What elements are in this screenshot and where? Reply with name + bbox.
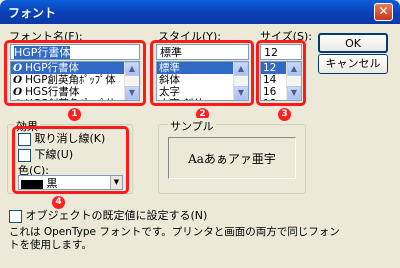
- strikeout-option[interactable]: 取り消し線(K): [18, 130, 105, 146]
- font-list-item-label: HGP行書体: [25, 62, 80, 74]
- info-text: これは OpenType フォントです。プリンタと画面の両方で同じフォン トを使…: [9, 226, 340, 252]
- style-list-item-label: 太字 斜体: [159, 98, 204, 100]
- font-name-input[interactable]: HGP行書体: [10, 44, 140, 60]
- underline-checkbox[interactable]: [18, 148, 31, 162]
- title-bar: [0, 0, 400, 24]
- scroll-up-icon[interactable]: ▲: [125, 62, 139, 76]
- style-list-scrollbar[interactable]: ▲ ▼: [233, 62, 248, 100]
- default-option[interactable]: オブジェクトの既定値に設定する(N): [9, 207, 207, 223]
- window-title: フォント: [8, 6, 57, 20]
- size-list-item-label: 18: [263, 98, 276, 100]
- info-line-1: これは OpenType フォントです。プリンタと画面の両方で同じフォン: [9, 226, 340, 238]
- size-list-item-label: 14: [263, 74, 277, 86]
- opentype-font-icon: O: [13, 62, 23, 74]
- underline-option[interactable]: 下線(U): [18, 146, 73, 162]
- font-list-item-label: HGS行書体: [25, 86, 80, 98]
- size-list[interactable]: 12141618 ▲ ▼: [260, 61, 302, 101]
- opentype-font-icon: O: [13, 86, 23, 98]
- chevron-down-icon[interactable]: ▼: [110, 176, 122, 189]
- style-list-item-label: 斜体: [159, 74, 180, 86]
- default-label: オブジェクトの既定値に設定する(N): [25, 209, 208, 222]
- default-checkbox[interactable]: [9, 209, 22, 223]
- cancel-button[interactable]: キャンセル: [318, 54, 388, 74]
- ok-button[interactable]: OK: [318, 33, 388, 53]
- style-list-item-label: 標準: [159, 62, 180, 74]
- scroll-down-icon[interactable]: ▼: [125, 86, 139, 100]
- font-list-item[interactable]: O HGP行書体: [11, 62, 139, 74]
- opentype-font-icon: O: [13, 74, 23, 86]
- scroll-up-icon[interactable]: ▲: [234, 62, 248, 76]
- size-list-item-label: 16: [263, 86, 277, 98]
- font-list-item[interactable]: O HGP創英角ﾎﾟｯﾌﾟ体: [11, 74, 139, 86]
- scroll-down-icon[interactable]: ▼: [287, 86, 301, 100]
- close-button[interactable]: ✕: [374, 3, 393, 21]
- marker-3-icon: 3: [278, 108, 291, 121]
- font-name-value: HGP行書体: [14, 46, 71, 59]
- size-list-scrollbar[interactable]: ▲ ▼: [286, 62, 301, 100]
- sample-label: サンプル: [168, 118, 216, 134]
- font-list-item-label: HGS創英角ﾎﾟｯﾌﾟ体: [25, 98, 116, 100]
- font-list-item[interactable]: OHGS創英角ﾎﾟｯﾌﾟ体: [11, 98, 139, 100]
- color-select[interactable]: 黒 ▼: [18, 175, 123, 190]
- underline-label: 下線(U): [34, 148, 74, 161]
- size-input[interactable]: 12: [260, 44, 302, 60]
- scroll-up-icon[interactable]: ▲: [287, 62, 301, 76]
- font-list-scrollbar[interactable]: ▲ ▼: [124, 62, 139, 100]
- size-list-item-label: 12: [263, 62, 277, 74]
- color-swatch: [21, 179, 43, 189]
- style-input[interactable]: 標準: [156, 44, 249, 60]
- font-list-item[interactable]: O HGS行書体: [11, 86, 139, 98]
- sample-preview: Aaあぁアァ亜宇: [168, 137, 296, 179]
- strikeout-checkbox[interactable]: [18, 132, 31, 146]
- style-list[interactable]: 標準斜体太字太字 斜体 ▲ ▼: [156, 61, 249, 101]
- style-list-item-label: 太字: [159, 86, 180, 98]
- scroll-down-icon[interactable]: ▼: [234, 86, 248, 100]
- font-name-list[interactable]: OHGP行書体OHGP創英角ﾎﾟｯﾌﾟ体OHGS行書体OHGS創英角ﾎﾟｯﾌﾟ体…: [10, 61, 140, 101]
- marker-1-icon: 1: [68, 108, 81, 121]
- strikeout-label: 取り消し線(K): [34, 132, 106, 145]
- info-line-2: トを使用します。: [9, 239, 92, 251]
- color-value: 黒: [46, 177, 58, 190]
- font-list-item-label: HGP創英角ﾎﾟｯﾌﾟ体: [25, 74, 116, 86]
- opentype-font-icon: O: [13, 98, 22, 100]
